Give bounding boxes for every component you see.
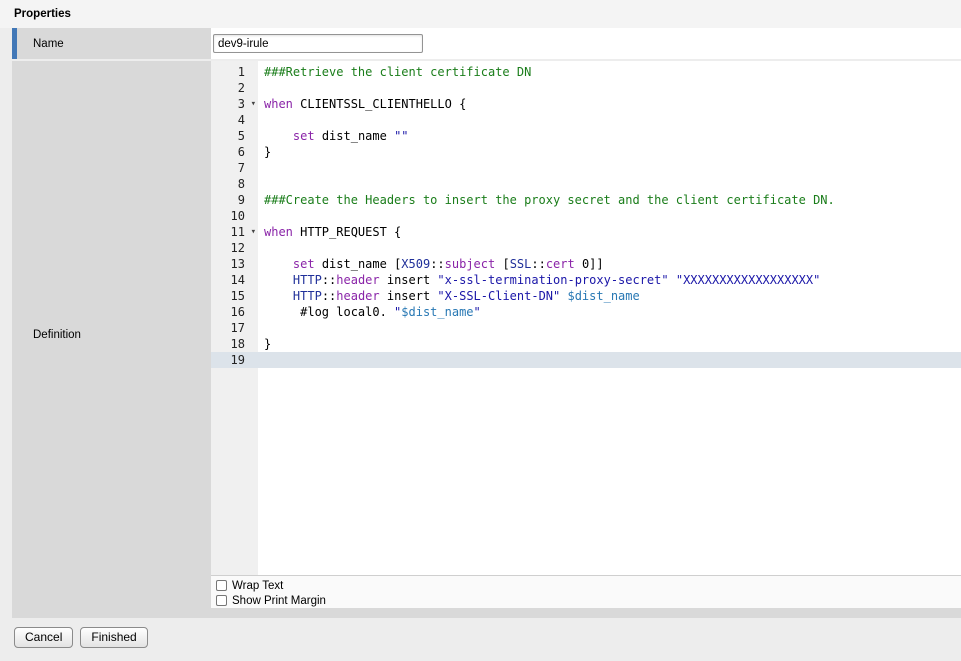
code-line[interactable]: 2 (211, 80, 961, 96)
line-number: 6 (211, 144, 258, 160)
line-number: 1 (211, 64, 258, 80)
code-text (258, 320, 264, 336)
name-row: Name (12, 28, 961, 59)
name-label: Name (33, 38, 64, 50)
line-number: 11▾ (211, 224, 258, 240)
wrap-text-option[interactable]: Wrap Text (216, 578, 961, 593)
code-line[interactable]: 9###Create the Headers to insert the pro… (211, 192, 961, 208)
code-line[interactable]: 18} (211, 336, 961, 352)
table-footer (12, 608, 961, 618)
code-line[interactable]: 15 HTTP::header insert "X-SSL-Client-DN"… (211, 288, 961, 304)
definition-content-cell: 1###Retrieve the client certificate DN23… (211, 61, 961, 608)
code-text: set dist_name "" (258, 128, 409, 144)
fold-arrow-icon[interactable]: ▾ (251, 96, 256, 112)
page-title: Properties (0, 0, 961, 28)
code-line[interactable]: 5 set dist_name "" (211, 128, 961, 144)
line-number: 8 (211, 176, 258, 192)
line-number: 3▾ (211, 96, 258, 112)
line-number: 2 (211, 80, 258, 96)
line-number: 9 (211, 192, 258, 208)
properties-page: Properties Name Definition 1###Retrieve … (0, 0, 961, 648)
code-text: when CLIENTSSL_CLIENTHELLO { (258, 96, 466, 112)
line-number: 13 (211, 256, 258, 272)
code-line[interactable]: 11▾when HTTP_REQUEST { (211, 224, 961, 240)
code-line[interactable]: 3▾when CLIENTSSL_CLIENTHELLO { (211, 96, 961, 112)
show-print-margin-option[interactable]: Show Print Margin (216, 593, 961, 608)
code-text (258, 160, 264, 176)
line-number: 17 (211, 320, 258, 336)
cancel-button[interactable]: Cancel (14, 627, 73, 648)
code-text (258, 112, 264, 128)
line-number: 5 (211, 128, 258, 144)
code-text: ###Retrieve the client certificate DN (258, 64, 531, 80)
name-content-cell (211, 28, 961, 59)
code-line[interactable]: 10 (211, 208, 961, 224)
line-number: 19 (211, 352, 258, 368)
code-text (258, 352, 264, 368)
line-number: 7 (211, 160, 258, 176)
line-number: 16 (211, 304, 258, 320)
show-print-margin-label: Show Print Margin (232, 595, 326, 607)
properties-table: Name Definition 1###Retrieve the client … (12, 28, 961, 618)
line-number: 18 (211, 336, 258, 352)
line-number: 10 (211, 208, 258, 224)
code-text (258, 208, 264, 224)
name-label-cell: Name (12, 28, 211, 59)
code-line[interactable]: 19 (211, 352, 961, 368)
code-text: HTTP::header insert "X-SSL-Client-DN" $d… (258, 288, 640, 304)
code-line[interactable]: 16 #log local0. "$dist_name" (211, 304, 961, 320)
code-line[interactable]: 6} (211, 144, 961, 160)
code-text (258, 240, 264, 256)
code-line[interactable]: 17 (211, 320, 961, 336)
fold-arrow-icon[interactable]: ▾ (251, 224, 256, 240)
definition-label-cell: Definition (12, 61, 211, 608)
code-text: #log local0. "$dist_name" (258, 304, 481, 320)
required-indicator (12, 28, 17, 59)
wrap-text-checkbox[interactable] (216, 580, 227, 591)
code-editor[interactable]: 1###Retrieve the client certificate DN23… (211, 61, 961, 575)
line-number: 14 (211, 272, 258, 288)
code-line[interactable]: 12 (211, 240, 961, 256)
show-print-margin-checkbox[interactable] (216, 595, 227, 606)
name-input[interactable] (213, 34, 423, 53)
code-line[interactable]: 4 (211, 112, 961, 128)
code-text: } (258, 144, 271, 160)
code-line[interactable]: 8 (211, 176, 961, 192)
code-text: ###Create the Headers to insert the prox… (258, 192, 835, 208)
finished-button[interactable]: Finished (80, 627, 147, 648)
code-line[interactable]: 14 HTTP::header insert "x-ssl-terminatio… (211, 272, 961, 288)
code-line[interactable]: 13 set dist_name [X509::subject [SSL::ce… (211, 256, 961, 272)
button-bar: Cancel Finished (14, 627, 961, 648)
code-lines: 1###Retrieve the client certificate DN23… (211, 61, 961, 368)
code-text: set dist_name [X509::subject [SSL::cert … (258, 256, 604, 272)
code-text (258, 80, 264, 96)
code-text: HTTP::header insert "x-ssl-termination-p… (258, 272, 820, 288)
code-text: } (258, 336, 271, 352)
editor-options: Wrap Text Show Print Margin (211, 575, 961, 608)
line-number: 12 (211, 240, 258, 256)
code-text: when HTTP_REQUEST { (258, 224, 401, 240)
line-number: 4 (211, 112, 258, 128)
code-text (258, 176, 264, 192)
line-number: 15 (211, 288, 258, 304)
wrap-text-label: Wrap Text (232, 580, 283, 592)
definition-label: Definition (33, 329, 81, 341)
definition-row: Definition 1###Retrieve the client certi… (12, 61, 961, 608)
code-line[interactable]: 7 (211, 160, 961, 176)
code-line[interactable]: 1###Retrieve the client certificate DN (211, 64, 961, 80)
